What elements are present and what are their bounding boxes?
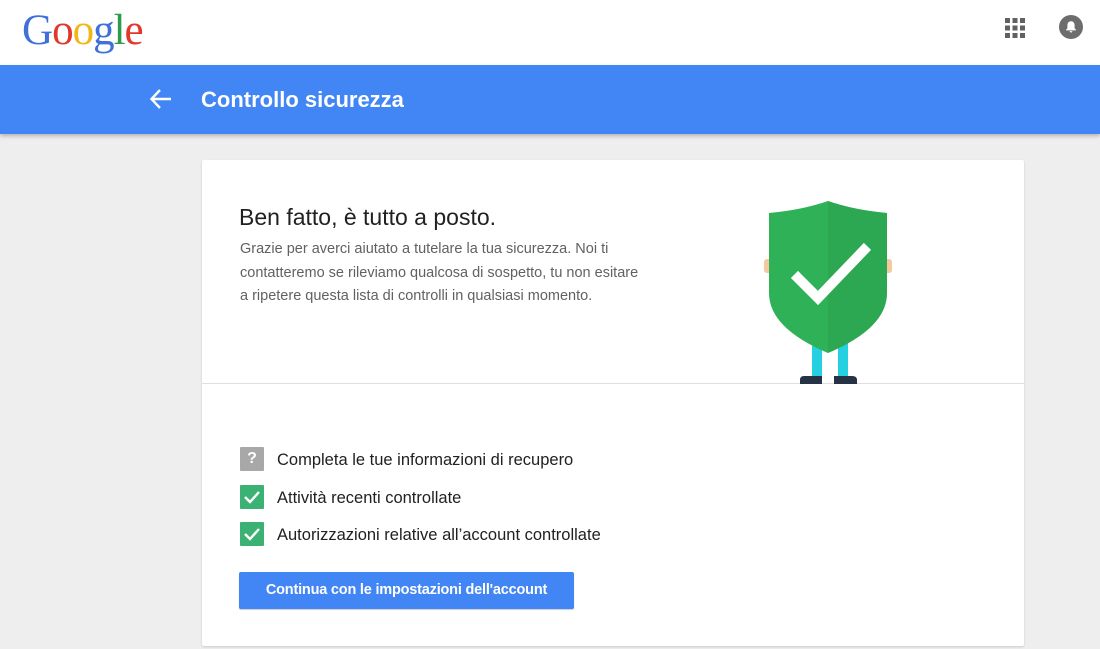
question-mark-icon: ? xyxy=(240,447,264,471)
card-description: Grazie per averci aiutato a tutelare la … xyxy=(240,241,639,304)
card-title: Ben fatto, è tutto a posto. xyxy=(239,204,497,230)
checklist-item-label: Autorizzazioni relative all’account cont… xyxy=(277,526,601,544)
arrow-back-icon[interactable] xyxy=(148,86,174,112)
page-header: Controllo sicurezza xyxy=(0,65,1100,134)
checkmark-icon xyxy=(240,522,264,546)
logo-letter: e xyxy=(124,7,144,54)
google-logo[interactable]: Google xyxy=(22,6,144,56)
checklist-item[interactable]: ? Completa le tue informazioni di recupe… xyxy=(240,447,840,485)
logo-letter: g xyxy=(93,7,114,54)
logo-letter: G xyxy=(22,7,53,54)
card-summary-section: Ben fatto, è tutto a posto. Grazie per a… xyxy=(202,160,1024,384)
apps-grid-icon[interactable] xyxy=(1004,17,1026,39)
checklist-item-label: Attività recenti controllate xyxy=(277,488,462,507)
checklist-item[interactable]: Autorizzazioni relative all’account cont… xyxy=(240,522,840,560)
continue-to-account-settings-button[interactable]: Continua con le impostazioni dell'accoun… xyxy=(239,572,574,609)
page-title: Controllo sicurezza xyxy=(201,87,404,112)
security-checkup-card: Ben fatto, è tutto a posto. Grazie per a… xyxy=(202,160,1024,646)
security-checklist: ? Completa le tue informazioni di recupe… xyxy=(240,447,840,560)
logo-letter: o xyxy=(52,7,73,54)
top-bar: Google xyxy=(0,0,1100,65)
checkmark-icon xyxy=(240,484,264,509)
logo-letter: o xyxy=(72,7,94,54)
shield-checkmark-figure xyxy=(760,200,898,384)
checklist-item-label: Completa le tue informazioni di recupero xyxy=(277,451,574,469)
logo-letter: l xyxy=(113,7,126,54)
checklist-item[interactable]: Attività recenti controllate xyxy=(240,484,840,523)
notifications-bell-icon[interactable] xyxy=(1059,15,1083,39)
